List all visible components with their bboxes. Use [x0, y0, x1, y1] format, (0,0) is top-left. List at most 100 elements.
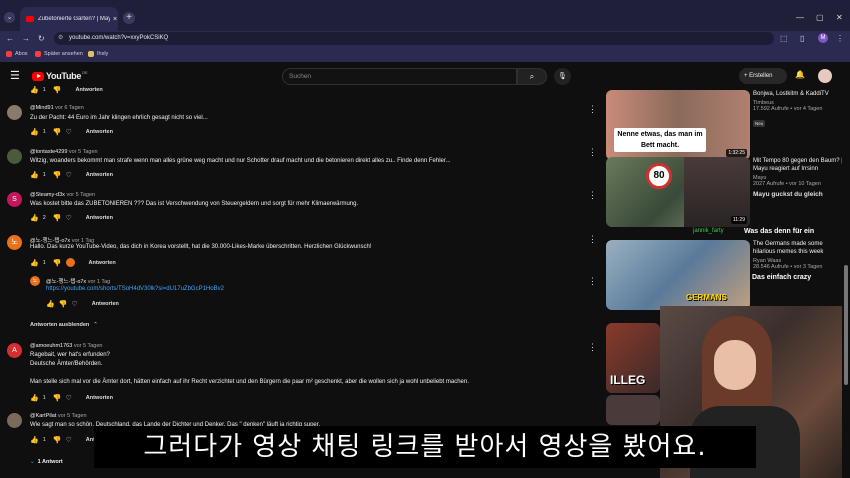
like-icon[interactable]: 👍 [30, 394, 39, 402]
dislike-icon[interactable]: 👎 [53, 214, 62, 222]
scrollbar[interactable] [842, 90, 850, 478]
hamburger-menu-icon[interactable]: ☰ [10, 69, 20, 82]
reply-button[interactable]: Antworten [86, 395, 113, 401]
comment-author[interactable]: @Steamy-d3x [30, 192, 65, 198]
comment-menu-icon[interactable]: ⋮ [588, 342, 597, 353]
heart-icon[interactable]: ♡ [71, 300, 77, 308]
notifications-bell-icon[interactable]: 🔔 [795, 70, 805, 79]
scrollbar-thumb[interactable] [844, 265, 848, 385]
dislike-icon[interactable]: 👎 [53, 128, 62, 136]
back-icon[interactable]: ← [6, 34, 14, 43]
site-info-icon[interactable]: ⚙ [58, 32, 63, 45]
view-count: 2027 Aufrufe • vor 10 Tagen [753, 181, 821, 187]
video-thumbnail[interactable]: ILLEG [606, 323, 660, 393]
avatar[interactable] [7, 413, 22, 428]
extensions-icon[interactable]: ⬚ [780, 34, 788, 43]
create-button[interactable]: + Erstellen [739, 68, 787, 84]
video-thumbnail[interactable]: 80 11:29 [606, 157, 750, 227]
dislike-icon[interactable]: 👎 [53, 394, 62, 402]
bookmark-abos[interactable]: Abos [6, 51, 28, 57]
like-icon[interactable]: 👍 [30, 171, 39, 179]
reload-icon[interactable]: ↻ [38, 34, 45, 43]
comment-author[interactable]: @KartPilat [30, 413, 56, 419]
shorts-link[interactable]: https://youtube.com/shorts/TSoH4dV30lk?s… [46, 286, 224, 292]
bookmark-spaeter[interactable]: Später ansehen [35, 51, 83, 57]
maximize-icon[interactable]: ▢ [816, 13, 824, 22]
reply-button[interactable]: Antworten [86, 129, 113, 135]
avatar[interactable]: A [7, 343, 22, 358]
like-icon[interactable]: 👍 [30, 259, 39, 267]
video-title[interactable]: The Germans made some hilarious memes th… [753, 240, 843, 256]
comment-time[interactable]: vor 6 Tagen [55, 105, 84, 111]
dislike-icon[interactable]: 👎 [53, 86, 62, 94]
like-icon[interactable]: 👍 [30, 214, 39, 222]
sidepanel-icon[interactable]: ▯ [800, 34, 804, 43]
like-icon[interactable]: 👍 [30, 128, 39, 136]
close-window-icon[interactable]: ✕ [836, 13, 843, 22]
minimize-icon[interactable]: — [796, 13, 804, 22]
reply-button[interactable]: Antworten [86, 215, 113, 221]
like-icon[interactable]: 👍 [46, 300, 55, 308]
comment-header: @amoeuhm1763 vor 5 Tagen [30, 343, 102, 349]
forward-icon[interactable]: → [22, 34, 30, 43]
dislike-icon[interactable]: 👎 [53, 171, 62, 179]
dislike-icon[interactable]: 👎 [59, 300, 68, 308]
comment-text: Zu der Pacht: 44 Euro im Jahr klingen eh… [30, 115, 208, 121]
search-button[interactable]: ⌕ [517, 68, 547, 85]
avatar[interactable]: 노 [7, 235, 22, 250]
avatar[interactable]: 노 [30, 276, 40, 286]
reply-button[interactable]: Antworten [86, 172, 113, 178]
dislike-icon[interactable]: 👎 [53, 259, 62, 267]
comment-menu-icon[interactable]: ⋮ [588, 190, 597, 201]
avatar[interactable] [7, 149, 22, 164]
account-avatar[interactable] [818, 69, 832, 83]
reply-button[interactable]: Antworten [92, 301, 119, 307]
comment-time[interactable]: vor 5 Tagen [58, 413, 87, 419]
dislike-icon[interactable]: 👎 [53, 436, 62, 444]
heart-icon[interactable]: ♡ [66, 171, 72, 179]
comment-menu-icon[interactable]: ⋮ [588, 234, 597, 245]
avatar[interactable]: S [7, 192, 22, 207]
heart-icon[interactable]: ♡ [66, 214, 72, 222]
youtube-logo[interactable]: YouTube DE [32, 70, 88, 81]
heart-icon[interactable]: ♡ [66, 128, 72, 136]
video-thumbnail[interactable]: Nenne etwas, das man im Bett macht. 1:32… [606, 90, 750, 160]
video-thumbnail[interactable]: GERMANS [606, 240, 750, 310]
comment-menu-icon[interactable]: ⋮ [588, 276, 597, 287]
menu-dots-icon[interactable]: ⋮ [836, 34, 844, 43]
voice-search-button[interactable]: 🎙 [554, 68, 571, 85]
address-bar[interactable]: ⚙ youtube.com/watch?v=xxyPokCSiKQ [54, 32, 774, 45]
comment-author[interactable]: @amoeuhm1763 [30, 343, 72, 349]
like-icon[interactable]: 👍 [30, 86, 39, 94]
comment-author[interactable]: @tontaste4299 [30, 149, 67, 155]
comment-time[interactable]: vor 5 Tagen [66, 192, 95, 198]
new-tab-button[interactable]: + [123, 12, 135, 24]
close-tab-icon[interactable]: × [113, 16, 117, 23]
comment-time[interactable]: vor 5 Tagen [74, 343, 103, 349]
video-thumbnail[interactable] [606, 395, 660, 425]
like-count: 1 [42, 259, 46, 266]
like-icon[interactable]: 👍 [30, 436, 39, 444]
heart-icon[interactable]: ♡ [66, 436, 72, 444]
show-replies-button[interactable]: ⌄ 1 Antwort [30, 459, 63, 465]
comment-time[interactable]: vor 5 Tagen [69, 149, 98, 155]
search-input[interactable]: Suchen [282, 68, 517, 85]
bookmark-ihsly[interactable]: Ihsly [88, 51, 108, 57]
profile-avatar[interactable]: M [818, 33, 828, 43]
tab-list-button[interactable]: ⌄ [4, 12, 15, 23]
comment-menu-icon[interactable]: ⋮ [588, 104, 597, 115]
avatar[interactable] [7, 105, 22, 120]
browser-tab[interactable]: Zubetonierte Gärten? | Mayu r × [20, 7, 118, 31]
comment-menu-icon[interactable]: ⋮ [588, 147, 597, 158]
hide-replies-button[interactable]: Antworten ausblenden ⌃ [30, 322, 98, 328]
comment-author[interactable]: @Mind91 [30, 105, 54, 111]
reply-button[interactable]: Antworten [76, 87, 103, 93]
heart-icon[interactable]: ♡ [66, 394, 72, 402]
video-title[interactable]: Mit Tempo 80 gegen den Baum? | Mayu reag… [753, 157, 843, 173]
stream-chat-line: Mayu guckst du gleich [753, 191, 823, 198]
video-title[interactable]: Bonjwa, Lostkitm & KaddiTV [753, 90, 843, 98]
recommended-video[interactable]: 80 11:29 Mit Tempo 80 gegen den Baum? | … [606, 157, 843, 227]
creator-heart-icon [65, 258, 75, 267]
recommended-video[interactable]: Nenne etwas, das man im Bett macht. 1:32… [606, 90, 842, 160]
reply-button[interactable]: Antworten [89, 260, 116, 266]
